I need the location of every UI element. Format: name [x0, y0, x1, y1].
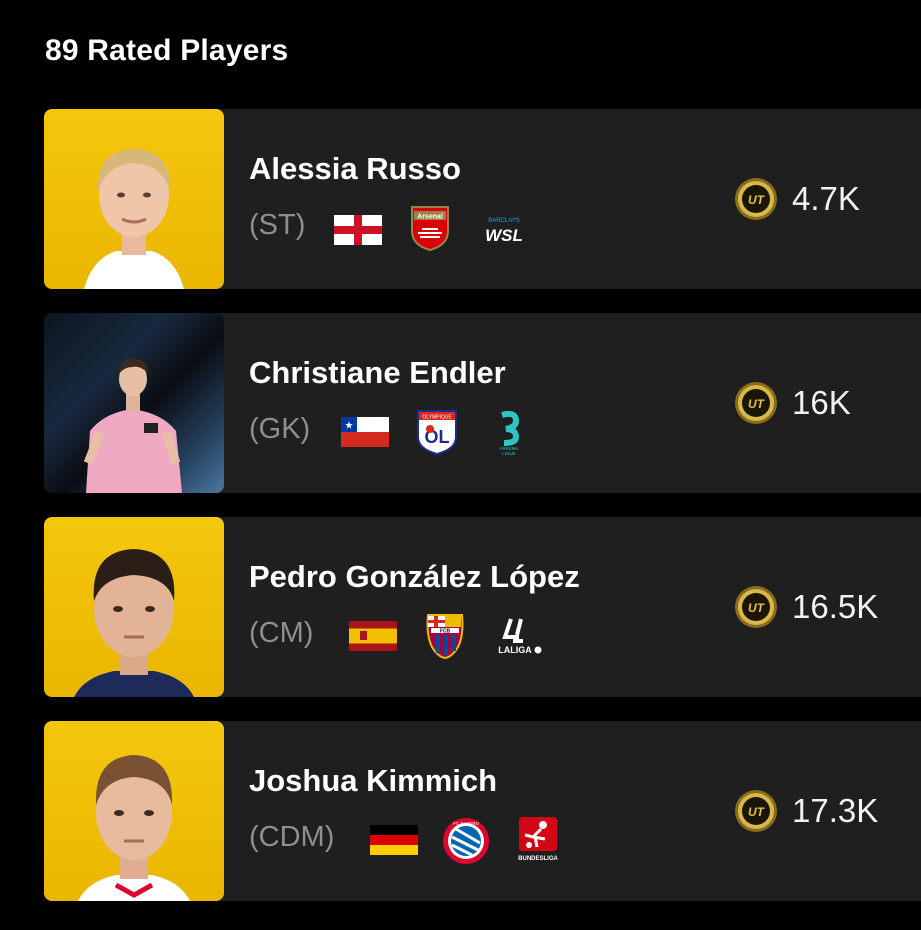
svg-text:UT: UT — [748, 193, 766, 207]
olympique-lyonnais-crest-icon: OLYMPIQUE OL — [417, 410, 457, 455]
price-display: UT 16.5K — [734, 585, 878, 629]
laliga-logo-icon: LALIGA — [498, 618, 542, 655]
player-name[interactable]: Joshua Kimmich — [249, 763, 497, 799]
player-name[interactable]: Pedro González López — [249, 559, 580, 595]
player-price: 16.5K — [792, 588, 879, 625]
chile-flag-icon: ★ — [341, 417, 389, 447]
player-photo — [44, 313, 224, 493]
player-position: (CDM) — [249, 821, 335, 853]
player-photo — [44, 517, 224, 697]
svg-text:UT: UT — [748, 805, 766, 819]
bundesliga-logo-icon: BUNDESLIGA — [518, 817, 558, 862]
svg-text:BARCLAYS: BARCLAYS — [488, 218, 520, 224]
player-card-joshua-kimmich[interactable]: Joshua Kimmich (CDM) FC BAYERN BUNDESLIG… — [44, 721, 921, 901]
price-display: UT 17.3K — [734, 789, 878, 833]
player-price: 16K — [792, 384, 851, 421]
ut-coin-icon: UT — [735, 790, 777, 832]
player-price: 17.3K — [792, 792, 879, 829]
player-price: 4.7K — [792, 180, 860, 217]
barclays-wsl-logo-icon: BARCLAYS WSL — [485, 218, 523, 245]
svg-text:UT: UT — [748, 601, 766, 615]
arkema-premiere-ligue-logo-icon: ARKEMA LIGUE — [499, 410, 520, 456]
svg-text:LALIGA: LALIGA — [498, 645, 532, 655]
germany-flag-icon — [370, 825, 418, 855]
svg-text:LIGUE: LIGUE — [502, 451, 516, 456]
svg-text:BUNDESLIGA: BUNDESLIGA — [518, 856, 558, 862]
fc-bayern-munchen-crest-icon: FC BAYERN — [443, 818, 489, 864]
spain-flag-icon — [349, 621, 397, 651]
ut-coin-icon: UT — [735, 382, 777, 424]
svg-text:FCB: FCB — [440, 629, 451, 635]
player-photo — [44, 109, 224, 289]
player-name[interactable]: Christiane Endler — [249, 355, 506, 391]
player-position: (ST) — [249, 209, 306, 241]
england-flag-icon — [334, 215, 382, 245]
player-position: (GK) — [249, 413, 311, 445]
svg-text:Arsenal: Arsenal — [417, 214, 443, 221]
player-photo — [44, 721, 224, 901]
price-display: UT 4.7K — [734, 177, 860, 221]
ut-coin-icon: UT — [735, 178, 777, 220]
svg-text:FC BAYERN: FC BAYERN — [453, 821, 478, 826]
fc-barcelona-crest-icon: FCB — [426, 614, 464, 659]
svg-text:★: ★ — [345, 421, 354, 432]
player-position: (CM) — [249, 617, 314, 649]
page-title: 89 Rated Players — [45, 34, 289, 67]
player-card-christiane-endler[interactable]: Christiane Endler (GK) ★ OLYMPIQUE OL AR… — [44, 313, 921, 493]
price-display: UT 16K — [734, 381, 851, 425]
ut-coin-icon: UT — [735, 586, 777, 628]
player-card-alessia-russo[interactable]: Alessia Russo (ST) Arsenal BARCLAYS WSL … — [44, 109, 921, 289]
svg-text:UT: UT — [748, 397, 766, 411]
player-name[interactable]: Alessia Russo — [249, 151, 461, 187]
svg-text:WSL: WSL — [485, 226, 523, 245]
svg-text:OLYMPIQUE: OLYMPIQUE — [422, 415, 452, 421]
arsenal-crest-icon: Arsenal — [411, 206, 449, 251]
player-card-pedro-gonzalez-lopez[interactable]: Pedro González López (CM) FCB LALIGA UT … — [44, 517, 921, 697]
